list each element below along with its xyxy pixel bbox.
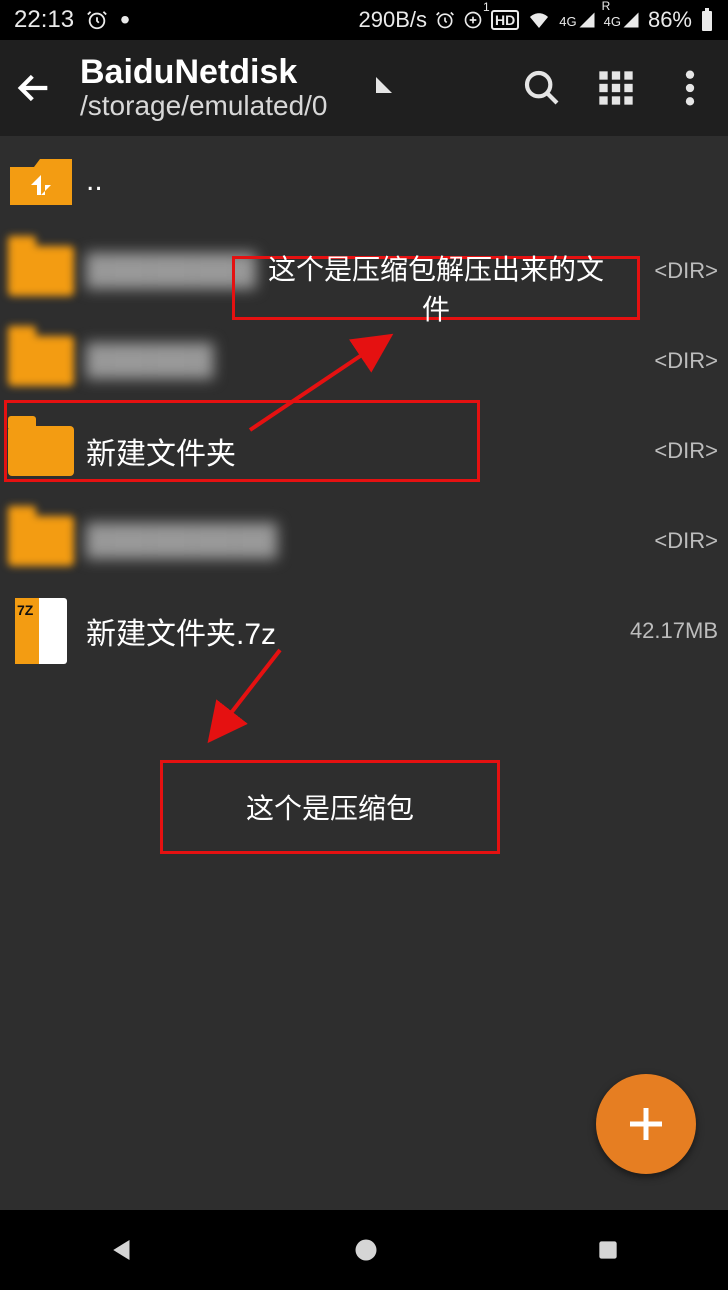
search-button[interactable] bbox=[522, 68, 562, 108]
folder-icon bbox=[8, 421, 74, 481]
nav-recent[interactable] bbox=[595, 1237, 621, 1263]
file-list: .. ████████ <DIR> ██████ <DIR> 新建文件夹 <DI… bbox=[0, 136, 728, 676]
toolbar: BaiduNetdisk /storage/emulated/0 bbox=[0, 40, 728, 136]
file-name: 新建文件夹.7z bbox=[86, 609, 276, 653]
archive-icon bbox=[8, 601, 74, 661]
signal-2: R 4G bbox=[604, 11, 640, 29]
toolbar-subtitle: /storage/emulated/0 bbox=[80, 91, 328, 120]
file-name: 新建文件夹 bbox=[86, 429, 236, 473]
list-item-new-folder[interactable]: 新建文件夹 <DIR> bbox=[0, 406, 728, 496]
folder-icon bbox=[8, 241, 74, 301]
alarm-icon bbox=[86, 9, 108, 31]
file-meta: <DIR> bbox=[654, 258, 720, 284]
sim-hd-icon: 1 HD bbox=[491, 10, 519, 30]
net-speed: 290B/s bbox=[359, 7, 428, 33]
file-name: ██████ bbox=[86, 344, 214, 378]
battery-icon bbox=[700, 8, 714, 32]
file-name: █████████ bbox=[86, 524, 277, 558]
file-meta: <DIR> bbox=[654, 438, 720, 464]
file-meta: <DIR> bbox=[654, 528, 720, 554]
status-bar: 22:13 • 290B/s 1 HD 4G R 4G 86% bbox=[0, 0, 728, 40]
file-meta: <DIR> bbox=[654, 348, 720, 374]
list-item-archive[interactable]: 新建文件夹.7z 42.17MB bbox=[0, 586, 728, 676]
alarm-icon-2 bbox=[435, 10, 455, 30]
annotation-label-bottom: 这个是压缩包 bbox=[160, 760, 500, 854]
overflow-menu-button[interactable] bbox=[670, 68, 710, 108]
file-meta: 42.17MB bbox=[630, 618, 720, 644]
status-right: 290B/s 1 HD 4G R 4G 86% bbox=[359, 7, 714, 33]
toolbar-titles: BaiduNetdisk /storage/emulated/0 bbox=[80, 55, 328, 120]
list-item[interactable]: █████████ <DIR> bbox=[0, 496, 728, 586]
up-folder-icon bbox=[8, 151, 74, 211]
folder-icon bbox=[8, 511, 74, 571]
nav-home[interactable] bbox=[352, 1236, 380, 1264]
nav-back[interactable] bbox=[107, 1235, 137, 1265]
file-name: ████████ bbox=[86, 254, 256, 288]
signal-1: 4G bbox=[559, 11, 595, 29]
system-navbar bbox=[0, 1210, 728, 1290]
list-item[interactable]: ██████ <DIR> bbox=[0, 316, 728, 406]
list-item[interactable]: ████████ <DIR> bbox=[0, 226, 728, 316]
dropdown-icon[interactable] bbox=[372, 73, 396, 102]
up-label: .. bbox=[86, 164, 103, 198]
toolbar-title: BaiduNetdisk bbox=[80, 55, 328, 91]
add-fab[interactable] bbox=[596, 1074, 696, 1174]
status-time: 22:13 bbox=[14, 6, 74, 34]
folder-icon bbox=[8, 331, 74, 391]
back-button[interactable] bbox=[14, 68, 54, 108]
wifi-icon bbox=[527, 8, 551, 32]
up-row[interactable]: .. bbox=[0, 136, 728, 226]
battery-percent: 86% bbox=[648, 7, 692, 33]
clock-plus-icon bbox=[463, 10, 483, 30]
status-left: 22:13 • bbox=[14, 6, 130, 34]
grid-button[interactable] bbox=[596, 68, 636, 108]
